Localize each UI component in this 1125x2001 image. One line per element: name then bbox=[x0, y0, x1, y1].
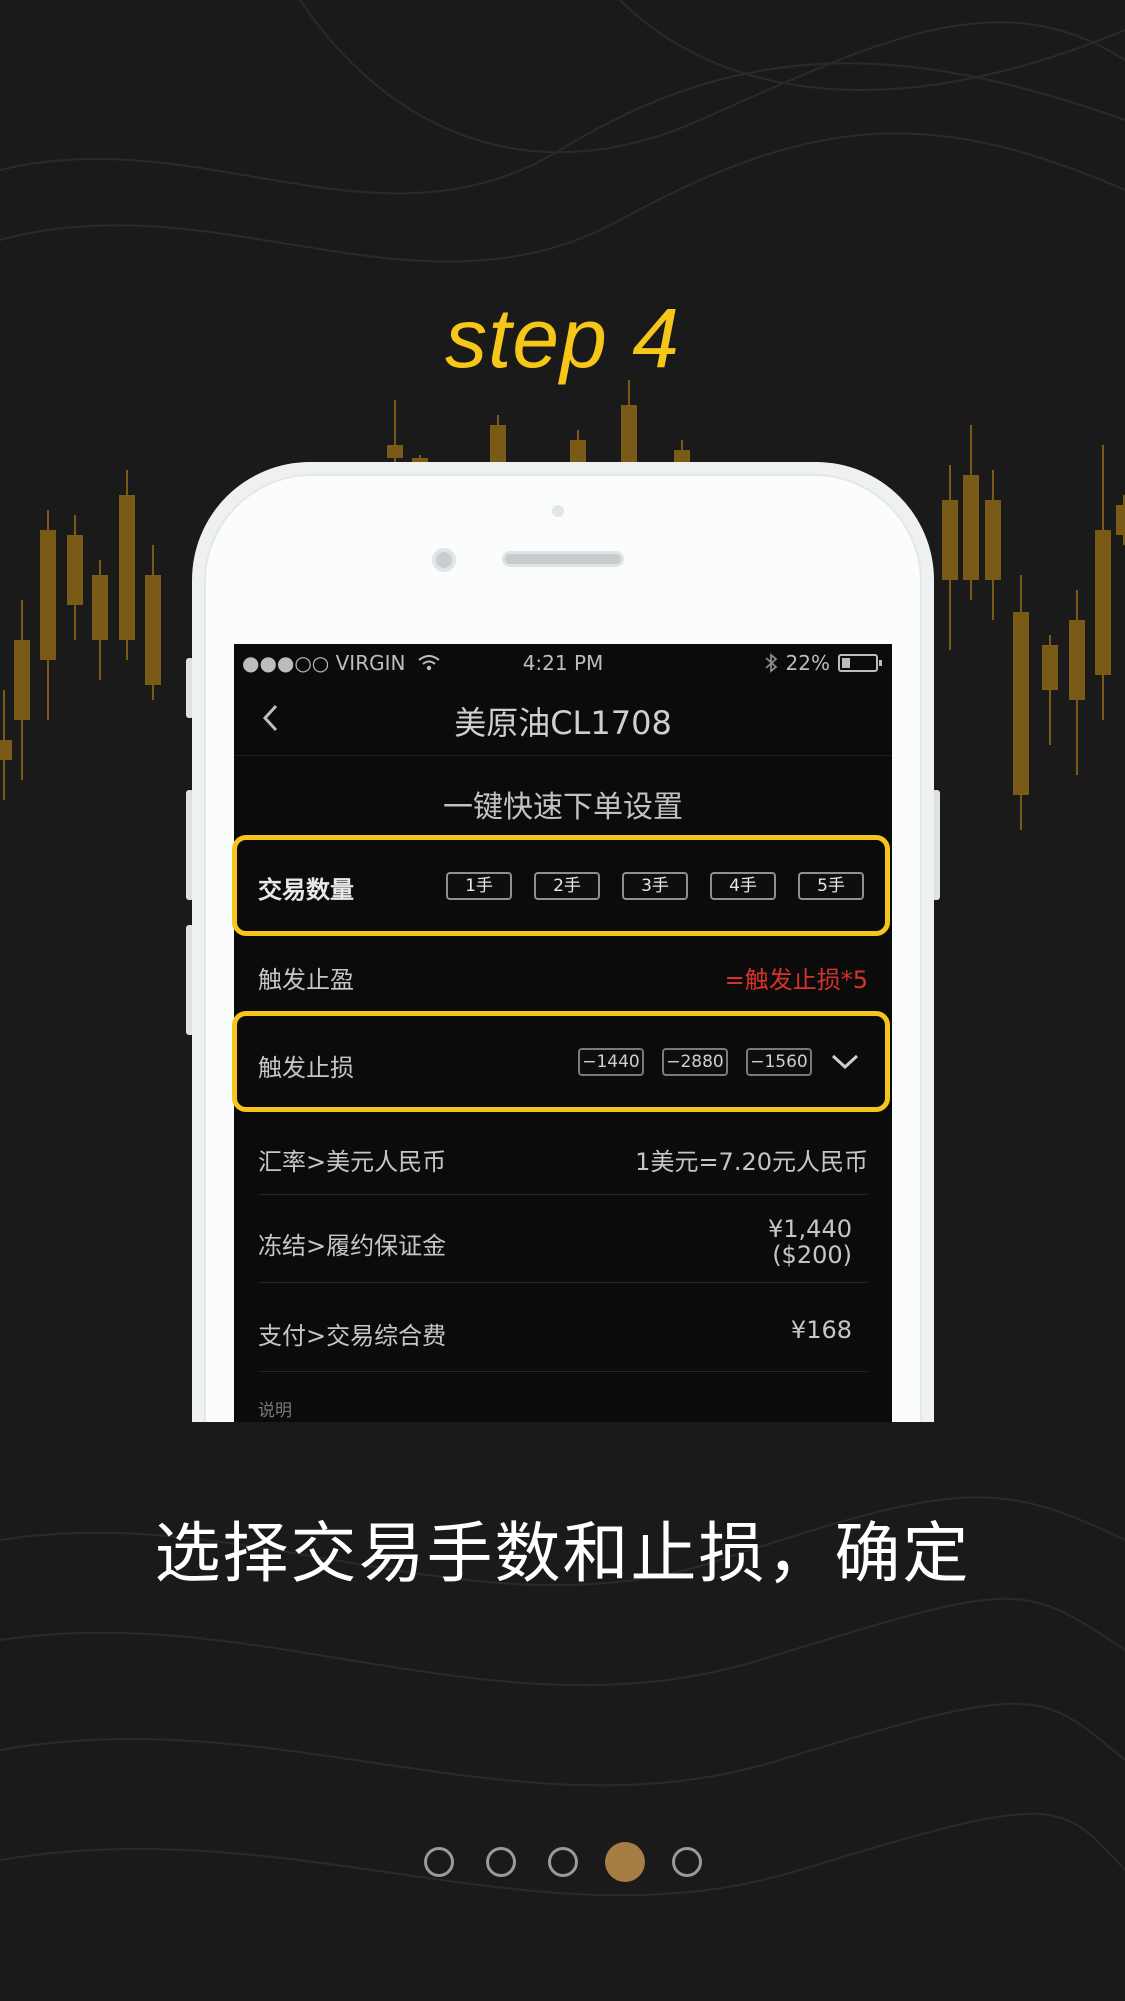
candle-body bbox=[119, 495, 135, 640]
battery-percent: 22% bbox=[785, 651, 830, 675]
candle-body bbox=[570, 440, 586, 462]
page-dot-5[interactable] bbox=[672, 1847, 702, 1877]
front-camera bbox=[432, 548, 456, 572]
candle-body bbox=[14, 640, 30, 720]
stop-loss-highlight bbox=[232, 1011, 890, 1112]
margin-value-usd: ($200) bbox=[772, 1241, 852, 1269]
candle-body bbox=[490, 425, 506, 462]
margin-label: 冻结>履约保证金 bbox=[258, 1232, 447, 1260]
candle-body bbox=[145, 575, 161, 685]
exchange-rate-label: 汇率>美元人民币 bbox=[258, 1148, 447, 1176]
nav-title: 美原油CL1708 bbox=[454, 704, 672, 742]
candle-body bbox=[621, 405, 637, 462]
candle-body bbox=[985, 500, 1001, 580]
battery-icon bbox=[838, 654, 882, 672]
candle-body bbox=[387, 445, 403, 458]
proximity-sensor bbox=[552, 505, 564, 517]
fee-value: ¥168 bbox=[790, 1316, 852, 1344]
margin-value-cny: ¥1,440 bbox=[768, 1215, 852, 1243]
exchange-rate-value: 1美元=7.20元人民币 bbox=[635, 1148, 868, 1176]
candle-body bbox=[674, 450, 690, 462]
candle-body bbox=[67, 535, 83, 605]
candle-body bbox=[1116, 505, 1125, 535]
take-profit-value: =触发止损*5 bbox=[724, 966, 868, 994]
caption: 选择交易手数和止损，确定 bbox=[154, 1515, 971, 1592]
page-dot-3[interactable] bbox=[548, 1847, 578, 1877]
candle-body bbox=[92, 575, 108, 640]
section-title: 一键快速下单设置 bbox=[443, 790, 683, 825]
page-dot-1[interactable] bbox=[424, 1847, 454, 1877]
candle-body bbox=[1042, 645, 1058, 690]
note-label: 说明 bbox=[258, 1401, 292, 1421]
candle-body bbox=[40, 530, 56, 660]
earpiece-speaker bbox=[502, 551, 624, 567]
divider bbox=[259, 1194, 867, 1195]
bluetooth-icon bbox=[764, 653, 777, 673]
status-right: 22% bbox=[764, 651, 882, 675]
candle-body bbox=[0, 740, 12, 760]
fee-label: 支付>交易综合费 bbox=[258, 1322, 447, 1350]
pagination-dots bbox=[0, 1842, 1125, 1883]
page-dot-4-active[interactable] bbox=[605, 1842, 645, 1882]
divider bbox=[259, 1371, 867, 1372]
quantity-highlight bbox=[232, 835, 890, 936]
status-bar: ●●●○○ VIRGIN 4:21 PM 22% bbox=[234, 644, 892, 680]
candle-body bbox=[942, 500, 958, 580]
page-dot-2[interactable] bbox=[486, 1847, 516, 1877]
candle-body bbox=[963, 475, 979, 580]
divider bbox=[259, 1282, 867, 1283]
step-title: step 4 bbox=[445, 291, 680, 385]
candle-body bbox=[1095, 530, 1111, 675]
candle-body bbox=[1013, 612, 1029, 795]
navigation-bar: 美原油CL1708 bbox=[234, 680, 892, 756]
candle-body bbox=[1069, 620, 1085, 700]
take-profit-label: 触发止盈 bbox=[258, 966, 354, 994]
